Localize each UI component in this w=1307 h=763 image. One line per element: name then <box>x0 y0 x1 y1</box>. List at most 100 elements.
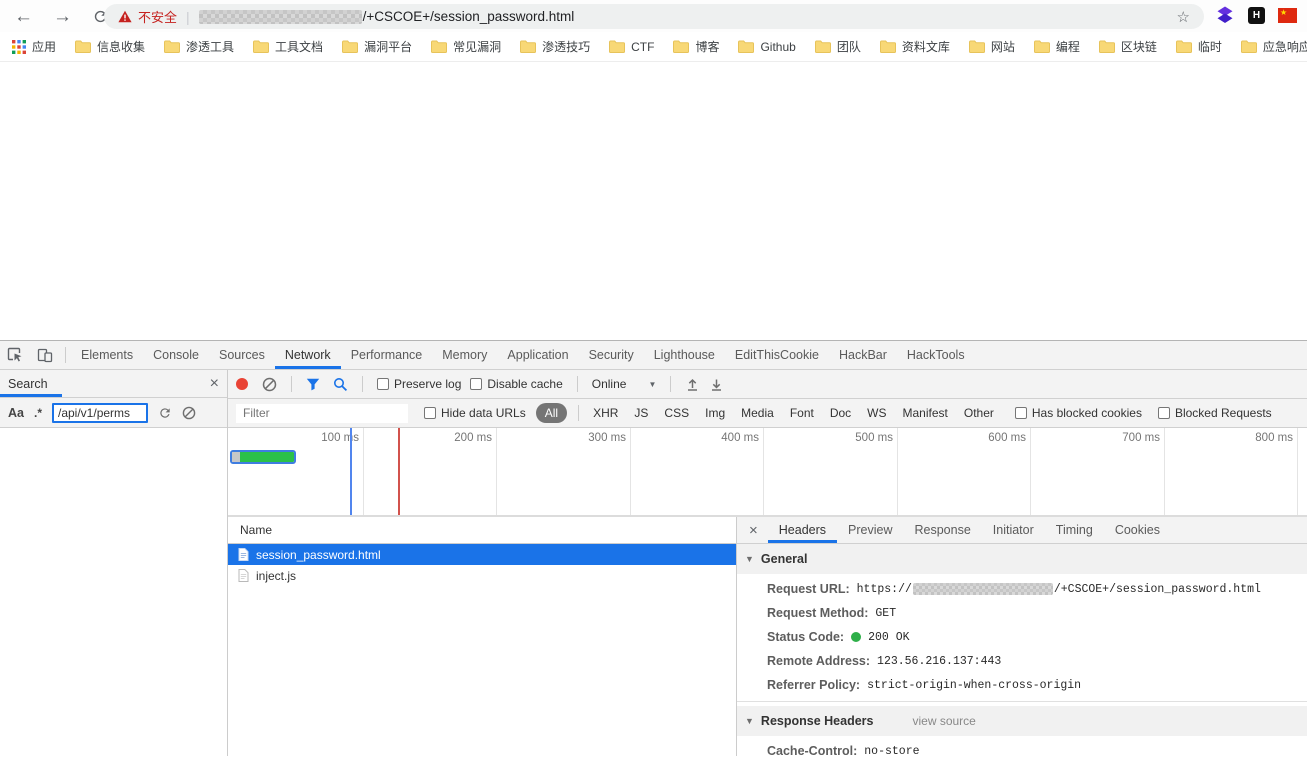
back-icon[interactable]: ← <box>14 7 33 26</box>
filter-type-manifest[interactable]: Manifest <box>900 404 951 422</box>
hide-data-urls-checkbox[interactable]: Hide data URLs <box>424 406 526 420</box>
bookmark-item[interactable]: CTF <box>609 40 654 54</box>
bookmark-item[interactable]: 工具文档 <box>253 38 323 55</box>
filter-type-js[interactable]: JS <box>631 404 651 422</box>
hackbar-extension-icon[interactable]: H <box>1248 7 1265 24</box>
search-refresh-icon[interactable] <box>158 406 172 420</box>
has-blocked-cookies-checkbox[interactable]: Has blocked cookies <box>1015 406 1142 420</box>
export-har-icon[interactable] <box>709 377 724 392</box>
checkbox-icon[interactable] <box>470 378 482 390</box>
close-details-icon[interactable]: × <box>737 522 768 539</box>
devtools-tab-hacktools[interactable]: HackTools <box>897 341 975 369</box>
url-path[interactable]: /+CSCOE+/session_password.html <box>363 9 575 24</box>
close-icon[interactable]: × <box>210 375 219 393</box>
search-clear-icon[interactable] <box>182 406 196 420</box>
view-source-link[interactable]: view source <box>912 714 975 728</box>
clear-icon[interactable] <box>262 377 277 392</box>
bookmark-label: CTF <box>631 40 654 54</box>
blocked-requests-checkbox[interactable]: Blocked Requests <box>1158 406 1272 420</box>
search-network-icon[interactable] <box>333 377 348 392</box>
section-divider <box>737 701 1307 702</box>
bookmark-item[interactable]: 编程 <box>1034 38 1080 55</box>
diamond-extension-icon[interactable] <box>1215 5 1235 26</box>
general-section-header[interactable]: ▼ General <box>737 544 1307 574</box>
overview-request-bar[interactable] <box>230 450 296 464</box>
folder-icon <box>880 40 896 53</box>
request-row-session-password[interactable]: session_password.html <box>228 544 736 565</box>
devtools-tab-hackbar[interactable]: HackBar <box>829 341 897 369</box>
address-bar[interactable]: 不安全 | /+CSCOE+/session_password.html ☆ <box>104 4 1204 29</box>
security-warning-label[interactable]: 不安全 <box>138 7 177 26</box>
preserve-log-checkbox[interactable]: Preserve log <box>377 377 461 391</box>
regex-toggle[interactable]: .* <box>34 406 42 420</box>
filter-funnel-icon[interactable] <box>306 378 320 391</box>
response-headers-section-header[interactable]: ▼ Response Headers view source <box>737 706 1307 736</box>
flag-extension-icon[interactable]: ★ <box>1278 8 1297 23</box>
filter-type-doc[interactable]: Doc <box>827 404 854 422</box>
checkbox-icon[interactable] <box>1015 407 1027 419</box>
filter-type-ws[interactable]: WS <box>864 404 889 422</box>
import-har-icon[interactable] <box>685 377 700 392</box>
checkbox-icon[interactable] <box>1158 407 1170 419</box>
address-separator: | <box>186 9 190 25</box>
devtools-tab-elements[interactable]: Elements <box>71 341 143 369</box>
devtools-tab-sources[interactable]: Sources <box>209 341 275 369</box>
filter-type-img[interactable]: Img <box>702 404 728 422</box>
filter-type-css[interactable]: CSS <box>661 404 692 422</box>
devtools-tab-console[interactable]: Console <box>143 341 209 369</box>
timeline-overview[interactable]: 100 ms 200 ms 300 ms 400 ms 500 ms 600 m… <box>228 428 1307 517</box>
details-tab-headers[interactable]: Headers <box>768 517 837 543</box>
devtools-tab-lighthouse[interactable]: Lighthouse <box>644 341 725 369</box>
devtools-tab-security[interactable]: Security <box>579 341 644 369</box>
bookmark-star-icon[interactable]: ☆ <box>1177 8 1190 26</box>
name-column-header[interactable]: Name <box>228 517 736 544</box>
filter-type-font[interactable]: Font <box>787 404 817 422</box>
bookmark-item[interactable]: 渗透工具 <box>164 38 234 55</box>
details-tab-response[interactable]: Response <box>903 517 981 543</box>
bookmark-item[interactable]: 区块链 <box>1099 38 1157 55</box>
bookmark-item[interactable]: 资料文库 <box>880 38 950 55</box>
filter-input[interactable] <box>236 404 408 423</box>
devtools-tab-network[interactable]: Network <box>275 341 341 369</box>
devtools-tab-memory[interactable]: Memory <box>432 341 497 369</box>
details-tab-cookies[interactable]: Cookies <box>1104 517 1171 543</box>
checkbox-icon[interactable] <box>377 378 389 390</box>
details-tab-initiator[interactable]: Initiator <box>982 517 1045 543</box>
filter-type-other[interactable]: Other <box>961 404 997 422</box>
devtools-tab-performance[interactable]: Performance <box>341 341 433 369</box>
bookmark-item[interactable]: 应急响应中 <box>1241 38 1307 55</box>
checkbox-label: Preserve log <box>394 377 461 391</box>
record-icon[interactable] <box>236 378 248 390</box>
inspect-element-icon[interactable] <box>0 347 30 363</box>
disable-cache-checkbox[interactable]: Disable cache <box>470 377 562 391</box>
throttling-dropdown[interactable]: Online ▼ <box>592 377 657 391</box>
browser-toolbar: ← → 不安全 | /+CSCOE+/session_password.html… <box>0 0 1307 32</box>
warning-triangle-icon[interactable] <box>118 10 132 23</box>
bookmark-item[interactable]: 常见漏洞 <box>431 38 501 55</box>
devtools-panel: Elements Console Sources Network Perform… <box>0 340 1307 756</box>
devtools-tab-editthiscookie[interactable]: EditThisCookie <box>725 341 829 369</box>
details-tab-preview[interactable]: Preview <box>837 517 903 543</box>
folder-icon <box>815 40 831 53</box>
bookmark-item[interactable]: 临时 <box>1176 38 1222 55</box>
filter-type-media[interactable]: Media <box>738 404 777 422</box>
request-row-inject-js[interactable]: inject.js <box>228 565 736 586</box>
match-case-toggle[interactable]: Aa <box>8 406 24 420</box>
bookmark-item[interactable]: 团队 <box>815 38 861 55</box>
device-toolbar-icon[interactable] <box>30 347 60 363</box>
bookmark-item[interactable]: 博客 <box>673 38 719 55</box>
forward-icon[interactable]: → <box>53 7 72 26</box>
bookmark-item[interactable]: 网站 <box>969 38 1015 55</box>
filter-type-all[interactable]: All <box>536 403 567 423</box>
details-tab-timing[interactable]: Timing <box>1045 517 1104 543</box>
bookmark-item[interactable]: 信息收集 <box>75 38 145 55</box>
search-input[interactable] <box>52 403 148 423</box>
bookmark-label: 应急响应中 <box>1263 38 1307 55</box>
bookmark-item[interactable]: 渗透技巧 <box>520 38 590 55</box>
devtools-tab-application[interactable]: Application <box>497 341 578 369</box>
bookmark-item[interactable]: Github <box>738 40 795 54</box>
bookmark-item[interactable]: 漏洞平台 <box>342 38 412 55</box>
filter-type-xhr[interactable]: XHR <box>590 404 621 422</box>
bookmark-apps[interactable]: 应用 <box>12 38 56 55</box>
checkbox-icon[interactable] <box>424 407 436 419</box>
